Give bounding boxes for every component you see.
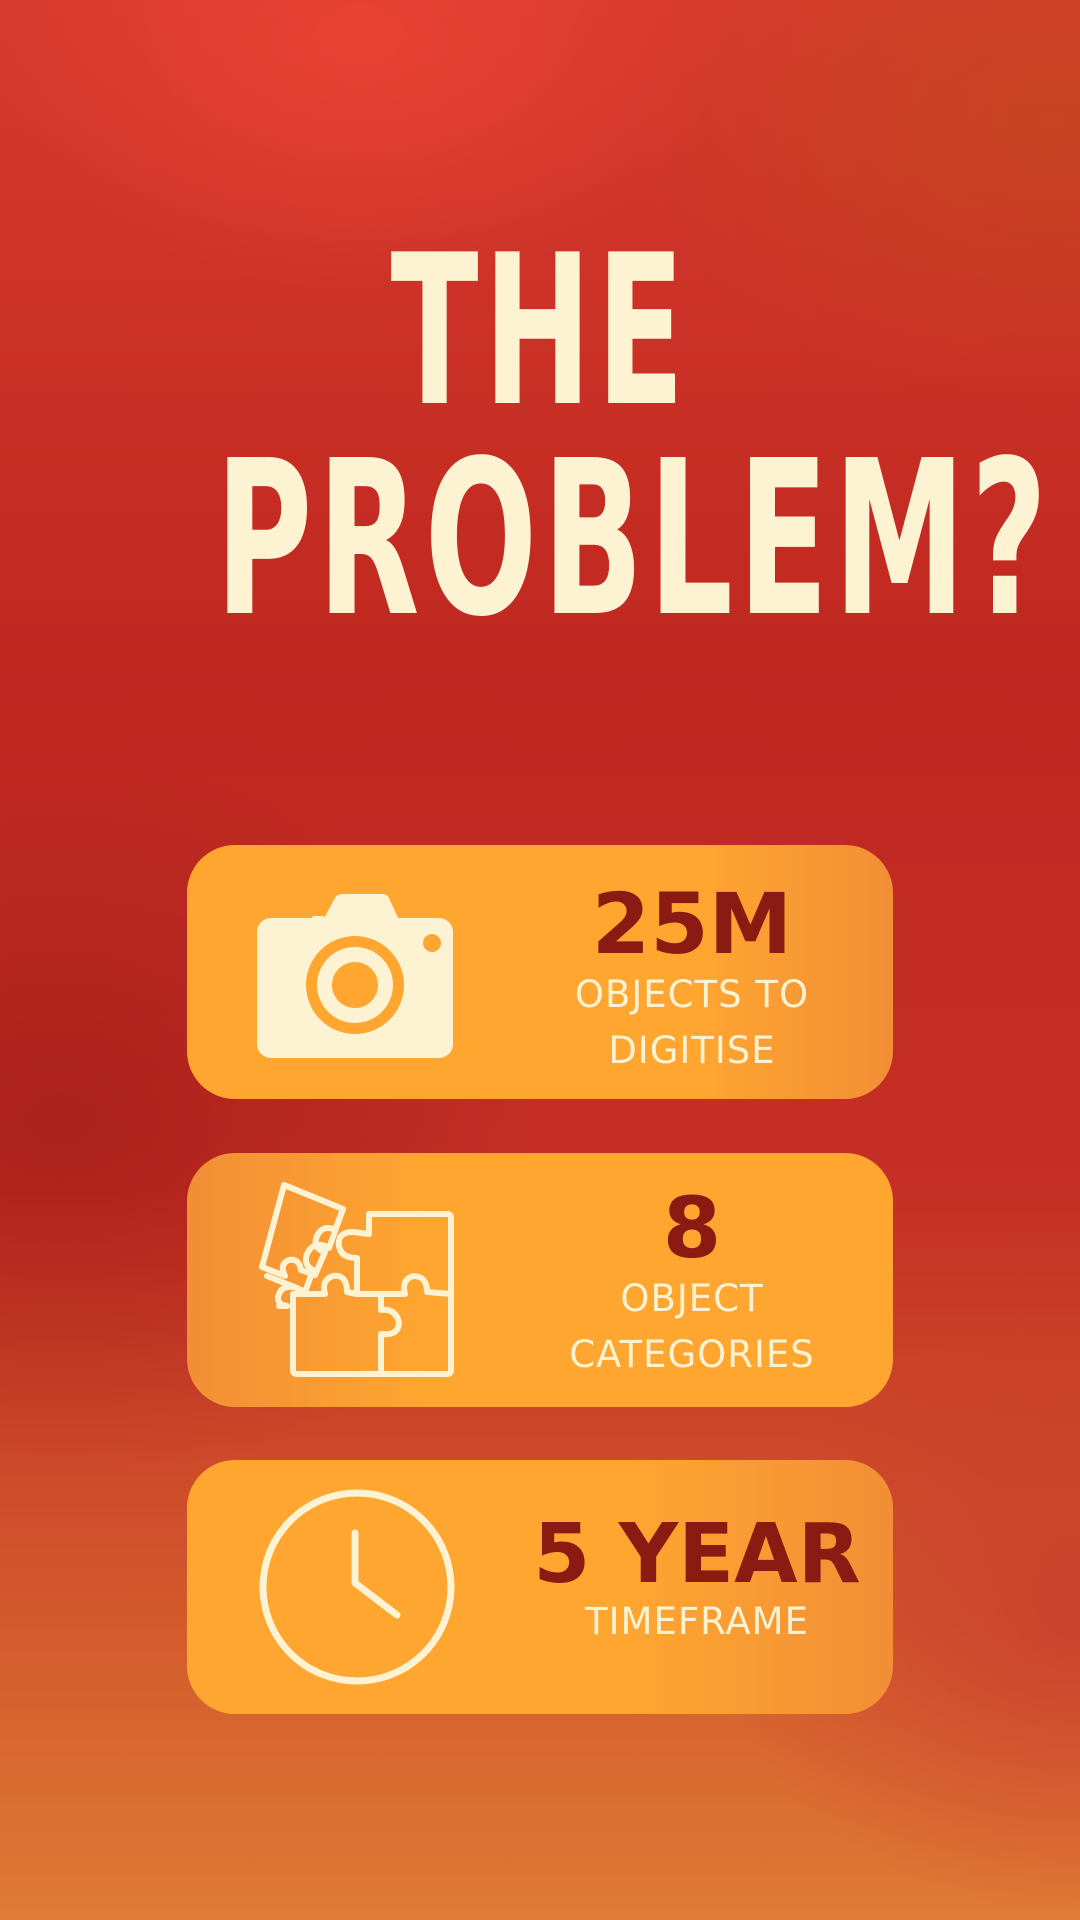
- stat-label: OBJECT CATEGORIES: [569, 1277, 815, 1376]
- stat-card-objects: 25M OBJECTS TO DIGITISE: [187, 845, 893, 1099]
- stat-card-timeframe: 5 YEAR TIMEFRAME: [187, 1460, 893, 1714]
- stat-label: TIMEFRAME: [585, 1600, 809, 1643]
- stat-label: OBJECTS TO DIGITISE: [574, 973, 810, 1072]
- title-line-problem: PROBLEM?: [215, 415, 1053, 664]
- puzzle-icon: [257, 1180, 457, 1380]
- stat-value: 5 YEAR: [533, 1507, 861, 1602]
- clock-icon: [257, 1487, 457, 1687]
- stat-card-categories: 8 OBJECT CATEGORIES: [187, 1153, 893, 1407]
- stat-value: 25M: [591, 875, 793, 973]
- camera-icon: [257, 872, 457, 1072]
- stat-value: 8: [662, 1179, 722, 1277]
- title-line-the: THE: [390, 211, 690, 453]
